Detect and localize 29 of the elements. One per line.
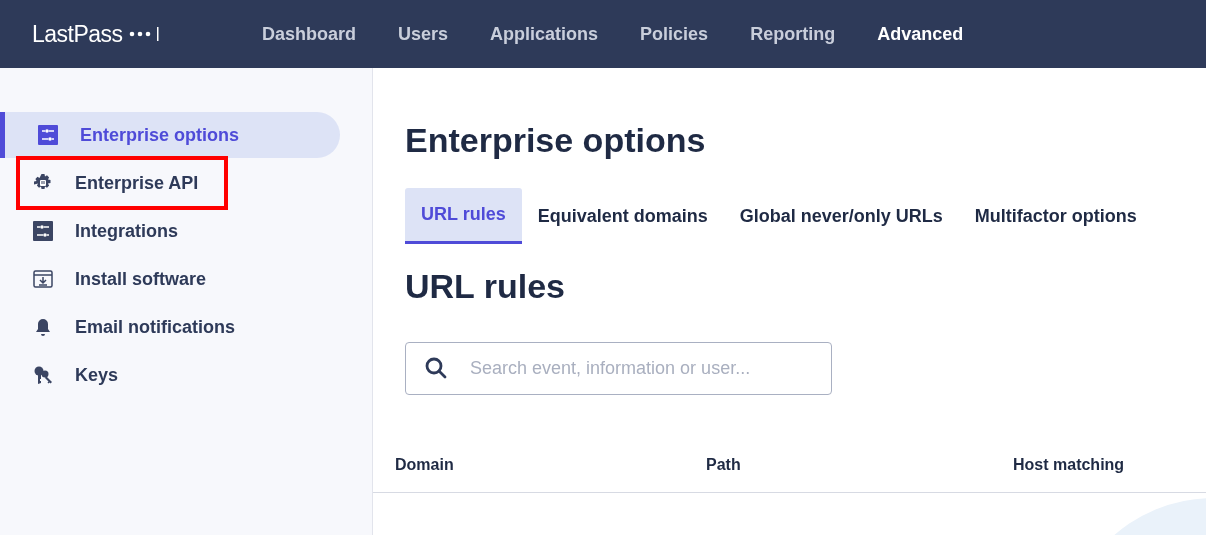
nav-link[interactable]: Users <box>398 20 449 48</box>
tab[interactable]: Multifactor options <box>958 188 1153 244</box>
sidebar-item[interactable]: Keys <box>0 352 340 398</box>
keys-icon <box>33 365 53 385</box>
logo-text: LastPass <box>32 19 123 49</box>
sidebar-item[interactable]: Enterprise options <box>0 112 340 158</box>
nav-link[interactable]: Dashboard <box>262 20 357 48</box>
nav-link[interactable]: Advanced <box>877 20 964 48</box>
nav-link[interactable]: Applications <box>490 20 599 48</box>
nav-link[interactable]: Reporting <box>750 20 836 48</box>
search-field[interactable]: Search event, information or user... <box>405 342 832 395</box>
page-title: Enterprise options <box>405 120 707 161</box>
sidebar-item[interactable]: Integrations <box>0 208 340 254</box>
search-icon <box>425 357 447 379</box>
column-header: Host matching <box>1013 455 1125 475</box>
column-header: Path <box>706 455 742 475</box>
column-header: Domain <box>395 455 455 475</box>
bell-icon <box>33 317 53 337</box>
sidebar-item[interactable]: Email notifications <box>0 304 340 350</box>
sidebar-item[interactable]: Install software <box>0 256 340 302</box>
download-window-icon <box>33 269 53 289</box>
nav-link[interactable]: Policies <box>640 20 709 48</box>
tab[interactable]: Equivalent domains <box>521 188 724 244</box>
tab[interactable]: Global never/only URLs <box>723 188 959 244</box>
sliders-icon <box>33 221 53 241</box>
sliders-icon <box>38 125 58 145</box>
section-title: URL rules <box>405 266 566 307</box>
tab[interactable]: URL rules <box>405 188 522 244</box>
sidebar-item[interactable]: Enterprise API <box>0 160 340 206</box>
